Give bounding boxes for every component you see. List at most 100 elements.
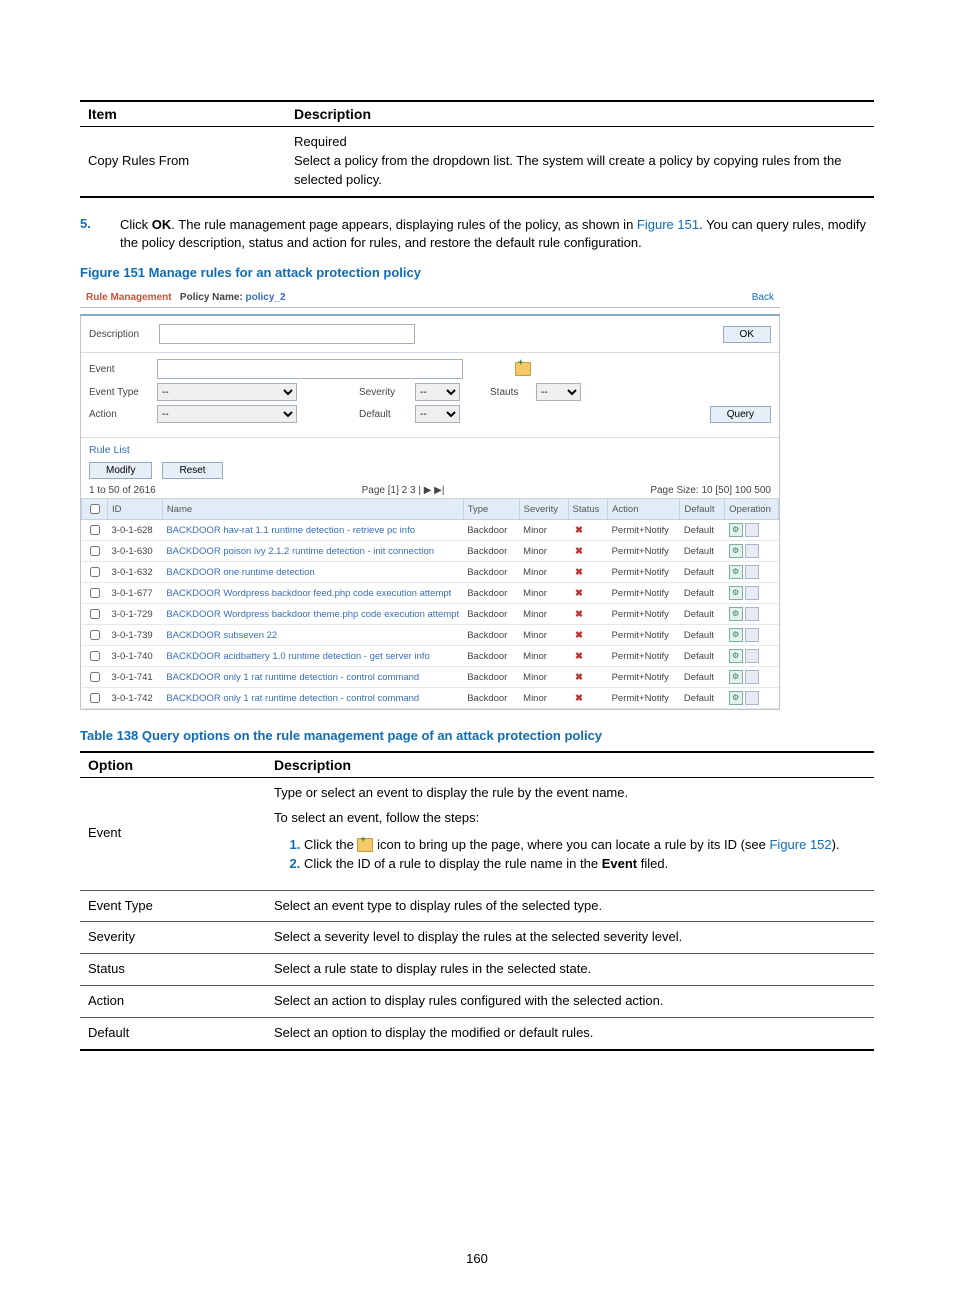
col-default: Default xyxy=(680,499,725,520)
cell-type: Backdoor xyxy=(463,541,519,562)
ok-button[interactable]: OK xyxy=(723,326,771,343)
cell-severity: Minor xyxy=(519,667,568,688)
event-type-select[interactable]: -- xyxy=(157,383,297,401)
table-row: 3-0-1-742BACKDOOR only 1 rat runtime det… xyxy=(82,688,779,709)
query-button[interactable]: Query xyxy=(710,406,771,423)
pager-pages[interactable]: Page [1] 2 3 | ▶ ▶| xyxy=(362,485,445,496)
cell-type: Backdoor xyxy=(463,688,519,709)
pager-size[interactable]: Page Size: 10 [50] 100 500 xyxy=(650,485,771,496)
row-checkbox[interactable] xyxy=(90,525,100,535)
cell-default: Default xyxy=(680,541,725,562)
col-id: ID xyxy=(108,499,163,520)
list-icon[interactable] xyxy=(745,565,759,579)
disabled-icon: ✖ xyxy=(572,567,586,578)
settings-icon[interactable]: ⚙ xyxy=(729,523,743,537)
table-row: 3-0-1-677BACKDOOR Wordpress backdoor fee… xyxy=(82,583,779,604)
row-checkbox[interactable] xyxy=(90,693,100,703)
cell-severity: Minor xyxy=(519,541,568,562)
table-row: ActionSelect an action to display rules … xyxy=(80,986,874,1018)
disabled-icon: ✖ xyxy=(572,672,586,683)
cell-default: Default xyxy=(680,625,725,646)
default-select[interactable]: -- xyxy=(415,405,460,423)
list-icon[interactable] xyxy=(745,607,759,621)
select-all-checkbox[interactable] xyxy=(90,504,100,514)
row-checkbox[interactable] xyxy=(90,588,100,598)
list-icon[interactable] xyxy=(745,523,759,537)
cell-name[interactable]: BACKDOOR acidbattery 1.0 runtime detecti… xyxy=(162,646,463,667)
cell-status: ✖ xyxy=(568,646,608,667)
figure-152-link[interactable]: Figure 152 xyxy=(769,837,831,852)
settings-icon[interactable]: ⚙ xyxy=(729,544,743,558)
settings-icon[interactable]: ⚙ xyxy=(729,586,743,600)
table-row: DefaultSelect an option to display the m… xyxy=(80,1017,874,1049)
table-row: Event TypeSelect an event type to displa… xyxy=(80,890,874,922)
event-label: Event xyxy=(89,364,151,375)
cell-operation: ⚙ xyxy=(725,667,779,688)
settings-icon[interactable]: ⚙ xyxy=(729,565,743,579)
table-row: StatusSelect a rule state to display rul… xyxy=(80,954,874,986)
list-icon[interactable] xyxy=(745,628,759,642)
settings-icon[interactable]: ⚙ xyxy=(729,607,743,621)
row-checkbox[interactable] xyxy=(90,546,100,556)
cell-name[interactable]: BACKDOOR only 1 rat runtime detection - … xyxy=(162,688,463,709)
col-name: Name xyxy=(162,499,463,520)
list-icon[interactable] xyxy=(745,670,759,684)
modify-button[interactable]: Modify xyxy=(89,462,152,479)
status-label: Stauts xyxy=(490,387,530,398)
col-severity: Severity xyxy=(519,499,568,520)
query-options-table: Option Description Event Type or select … xyxy=(80,751,874,1051)
row-checkbox[interactable] xyxy=(90,672,100,682)
settings-icon[interactable]: ⚙ xyxy=(729,649,743,663)
cell-action: Permit+Notify xyxy=(608,688,680,709)
disabled-icon: ✖ xyxy=(572,609,586,620)
row-checkbox[interactable] xyxy=(90,609,100,619)
cell-description: Select a severity level to display the r… xyxy=(266,922,874,954)
col-operation: Operation xyxy=(725,499,779,520)
cell-name[interactable]: BACKDOOR hav-rat 1.1 runtime detection -… xyxy=(162,520,463,541)
cell-operation: ⚙ xyxy=(725,541,779,562)
cell-name[interactable]: BACKDOOR one runtime detection xyxy=(162,562,463,583)
action-label: Action xyxy=(89,409,151,420)
pager-count: 1 to 50 of 2616 xyxy=(89,485,156,496)
cell-type: Backdoor xyxy=(463,625,519,646)
row-checkbox[interactable] xyxy=(90,651,100,661)
cell-operation: ⚙ xyxy=(725,583,779,604)
event-input[interactable] xyxy=(157,359,463,379)
action-select[interactable]: -- xyxy=(157,405,297,423)
list-icon[interactable] xyxy=(745,544,759,558)
settings-icon[interactable]: ⚙ xyxy=(729,691,743,705)
cell-action: Permit+Notify xyxy=(608,646,680,667)
cell-name[interactable]: BACKDOOR only 1 rat runtime detection - … xyxy=(162,667,463,688)
list-icon[interactable] xyxy=(745,691,759,705)
status-select[interactable]: -- xyxy=(536,383,581,401)
cell-operation: ⚙ xyxy=(725,646,779,667)
cell-name[interactable]: BACKDOOR subseven 22 xyxy=(162,625,463,646)
col-type: Type xyxy=(463,499,519,520)
cell-operation: ⚙ xyxy=(725,625,779,646)
cell-default: Default xyxy=(680,688,725,709)
cell-severity: Minor xyxy=(519,604,568,625)
severity-select[interactable]: -- xyxy=(415,383,460,401)
table-138-caption: Table 138 Query options on the rule mana… xyxy=(80,728,874,743)
figure-151-link[interactable]: Figure 151 xyxy=(637,217,699,232)
cell-name[interactable]: BACKDOOR Wordpress backdoor feed.php cod… xyxy=(162,583,463,604)
list-icon[interactable] xyxy=(745,649,759,663)
cell-action: Permit+Notify xyxy=(608,520,680,541)
description-input[interactable] xyxy=(159,324,415,344)
cell-default: Default xyxy=(680,562,725,583)
cell-option: Action xyxy=(80,986,266,1018)
row-checkbox[interactable] xyxy=(90,567,100,577)
settings-icon[interactable]: ⚙ xyxy=(729,628,743,642)
back-link[interactable]: Back xyxy=(752,292,774,303)
row-checkbox[interactable] xyxy=(90,630,100,640)
list-icon[interactable] xyxy=(745,586,759,600)
cell-name[interactable]: BACKDOOR poison ivy 2.1.2 runtime detect… xyxy=(162,541,463,562)
cell-name[interactable]: BACKDOOR Wordpress backdoor theme.php co… xyxy=(162,604,463,625)
cell-description: Select an option to display the modified… xyxy=(266,1017,874,1049)
page-number: 160 xyxy=(0,1251,954,1266)
scr-header-policy-label: Policy Name: xyxy=(180,292,243,303)
browse-event-icon[interactable] xyxy=(515,362,531,376)
table-row: 3-0-1-729BACKDOOR Wordpress backdoor the… xyxy=(82,604,779,625)
reset-button[interactable]: Reset xyxy=(162,462,222,479)
settings-icon[interactable]: ⚙ xyxy=(729,670,743,684)
